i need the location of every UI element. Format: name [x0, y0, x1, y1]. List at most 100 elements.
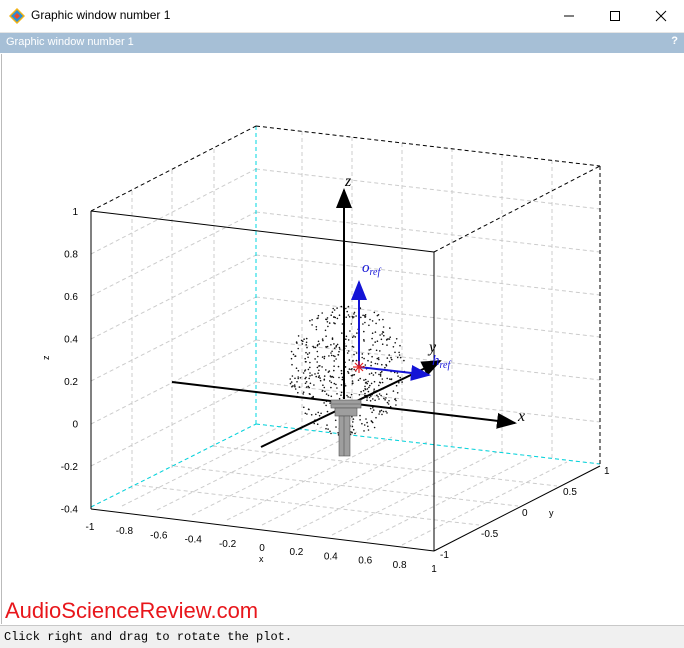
- scatter-point: [367, 425, 369, 428]
- scatter-point: [294, 355, 296, 358]
- scatter-point: [314, 358, 316, 360]
- scatter-point: [323, 355, 326, 358]
- x-vector-label: x: [517, 408, 525, 425]
- scatter-point: [297, 370, 300, 372]
- scatter-point: [377, 396, 379, 398]
- scatter-point: [374, 362, 377, 365]
- scatter-point: [316, 317, 319, 320]
- scatter-point: [297, 376, 300, 378]
- scatter-point: [333, 382, 336, 385]
- scatter-point: [399, 376, 402, 379]
- scatter-point: [299, 377, 302, 379]
- scatter-point: [306, 353, 309, 356]
- scatter-point: [349, 396, 352, 399]
- scatter-point: [364, 392, 366, 395]
- scatter-point: [308, 377, 311, 380]
- scatter-point: [399, 356, 402, 359]
- scatter-point: [330, 344, 332, 346]
- scatter-point: [359, 419, 361, 421]
- scatter-point: [315, 413, 317, 416]
- scatter-point: [374, 399, 376, 402]
- scatter-point: [333, 343, 335, 345]
- plot-3d[interactable]: 1 0.8 0.6 0.4 0.2 0 -0.2 -0.4 -1 -0.8 -0.6 -0.4 -0.…: [2, 54, 684, 624]
- title-bar: Graphic window number 1: [0, 0, 684, 33]
- scatter-point: [335, 358, 337, 360]
- scatter-point: [306, 346, 308, 349]
- scatter-point: [394, 351, 396, 354]
- scatter-point: [356, 332, 358, 334]
- scatter-point: [365, 381, 368, 384]
- scatter-point: [295, 341, 298, 343]
- scatter-point: [294, 377, 296, 380]
- x-tick-label: 1: [431, 564, 437, 575]
- scatter-point: [361, 422, 363, 425]
- scatter-point: [374, 341, 377, 343]
- scatter-point: [375, 349, 378, 352]
- scatter-point: [325, 346, 327, 348]
- scatter-point: [331, 311, 334, 314]
- scatter-point: [361, 356, 364, 359]
- scatter-point: [363, 330, 365, 333]
- scatter-point: [336, 317, 339, 320]
- scatter-point: [352, 428, 355, 431]
- scatter-point: [396, 392, 399, 394]
- scatter-point: [292, 353, 295, 356]
- scatter-point: [345, 307, 347, 310]
- scatter-point: [385, 364, 388, 367]
- plot-canvas[interactable]: 1 0.8 0.6 0.4 0.2 0 -0.2 -0.4 -1 -0.8 -0.6 -0.4 -0.…: [1, 54, 684, 624]
- scatter-point: [319, 379, 322, 382]
- scatter-point: [362, 323, 364, 325]
- maximize-button[interactable]: [592, 0, 638, 32]
- scatter-point: [319, 377, 321, 379]
- scatter-point: [348, 316, 351, 318]
- scatter-point: [337, 365, 340, 368]
- scatter-point: [345, 338, 347, 341]
- help-icon[interactable]: ?: [671, 35, 678, 47]
- scatter-point: [317, 314, 320, 317]
- scatter-point: [353, 353, 355, 356]
- minimize-button[interactable]: [546, 0, 592, 32]
- scatter-point: [387, 403, 390, 405]
- scatter-point: [329, 380, 331, 382]
- scatter-point: [350, 323, 353, 325]
- scatter-point: [349, 330, 351, 332]
- scatter-point: [364, 316, 366, 318]
- scatter-point: [375, 322, 377, 325]
- scatter-point: [392, 390, 395, 392]
- scatter-point: [389, 378, 391, 380]
- scatter-point: [334, 316, 337, 319]
- scatter-point: [323, 402, 325, 404]
- scatter-point: [403, 359, 405, 362]
- scatter-point: [368, 373, 371, 375]
- scatter-point: [302, 372, 305, 374]
- scatter-point: [369, 407, 372, 410]
- scatter-point: [330, 352, 332, 354]
- scatter-point: [325, 404, 327, 407]
- scatter-point: [347, 305, 350, 308]
- scatter-point: [388, 354, 391, 356]
- scatter-point: [308, 352, 311, 354]
- scatter-point: [350, 393, 353, 396]
- scatter-point: [294, 388, 297, 390]
- scatter-point: [351, 382, 354, 385]
- scatter-point: [327, 394, 330, 397]
- scatter-point: [314, 373, 316, 375]
- scatter-point: [386, 344, 388, 346]
- scatter-point: [379, 372, 382, 374]
- x-tick-label: 0.4: [324, 551, 338, 562]
- x-axis-label: x: [259, 554, 264, 564]
- scatter-point: [363, 379, 365, 381]
- scatter-point: [347, 372, 350, 374]
- speaker-model: [330, 399, 362, 457]
- close-button[interactable]: [638, 0, 684, 32]
- scatter-point: [304, 412, 307, 415]
- maximize-icon: [610, 11, 620, 21]
- scatter-point: [363, 340, 365, 342]
- scatter-point: [379, 334, 381, 336]
- scatter-point: [385, 393, 388, 396]
- scatter-point: [395, 404, 397, 406]
- scatter-point: [338, 314, 341, 317]
- scatter-point: [336, 387, 338, 389]
- scatter-point: [386, 401, 389, 404]
- scatter-point: [374, 372, 377, 374]
